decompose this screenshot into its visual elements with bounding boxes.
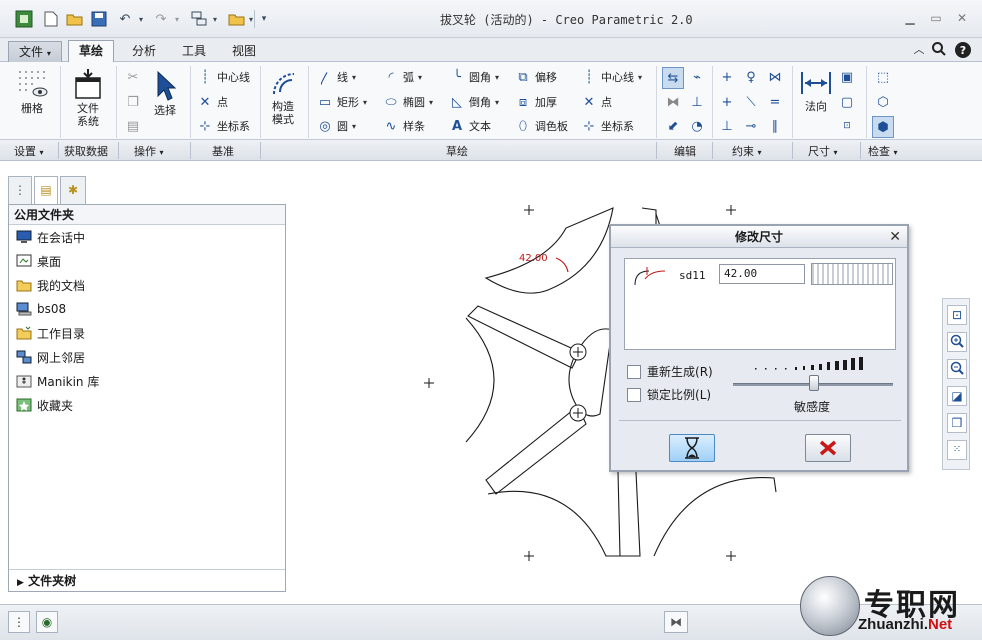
sketch-line [617, 471, 641, 557]
dimension-list: sd11 42.00 [624, 258, 896, 350]
view-toolbar: ⊡ ◪ ❒ ⁙ [942, 298, 970, 470]
lock-scale-shortcut: (L) [695, 388, 712, 402]
sketch-arc [487, 490, 622, 557]
lock-scale-checkbox[interactable] [627, 388, 641, 402]
radius-dimension-text[interactable]: 42.00 [519, 253, 548, 264]
regenerate-shortcut: (R) [695, 365, 713, 379]
lock-scale-text: 锁定比例 [647, 388, 696, 402]
ok-button[interactable] [669, 434, 715, 462]
hourglass-icon [685, 437, 699, 459]
slot-centers [569, 343, 587, 422]
sensitivity-label: 敏感度 [794, 400, 831, 414]
center-point-cross [524, 205, 534, 215]
repaint-icon[interactable]: ◪ [947, 386, 967, 406]
zoom-out-icon[interactable] [947, 359, 967, 379]
dialog-title: 修改尺寸 [734, 230, 783, 244]
dimension-value-input[interactable]: 42.00 [719, 264, 805, 284]
display-style-icon[interactable]: ❒ [947, 413, 967, 433]
watermark-url: Zhuanzhi.Net [858, 616, 952, 633]
cancel-x-icon [819, 440, 837, 456]
dialog-divider [619, 420, 901, 421]
sketch-arc [484, 207, 614, 294]
arc-dimension-icon [634, 267, 666, 286]
sketch-arc [465, 317, 495, 443]
cancel-button[interactable] [805, 434, 851, 462]
center-point-cross [524, 551, 534, 561]
modify-dimensions-dialog: 修改尺寸 ✕ sd11 42.00 重新生成(R) 锁定比例(L) 敏感度 [609, 224, 909, 472]
dimension-leader [555, 257, 569, 273]
regenerate-checkbox[interactable] [627, 365, 641, 379]
toggle-browser-icon[interactable]: ◉ [36, 611, 58, 633]
dialog-title-bar: 修改尺寸 ✕ [611, 226, 907, 248]
toggle-navigator-icon[interactable]: ⋮ [8, 611, 30, 633]
dimension-name: sd11 [679, 269, 706, 282]
sketch-hub [568, 328, 613, 417]
center-point-cross [726, 551, 736, 561]
sensitivity-slider[interactable] [809, 375, 819, 391]
sketch-display-filters-icon[interactable]: ⁙ [947, 440, 967, 460]
lock-scale-label: 锁定比例(L) [647, 386, 711, 403]
watermark-url-main: Zhuanzhi. [858, 616, 928, 633]
thumbwheel-control[interactable] [811, 263, 893, 285]
center-point-cross [726, 205, 736, 215]
find-tool-icon[interactable]: ⧓ [664, 611, 688, 633]
regenerate-label: 重新生成(R) [647, 363, 713, 380]
zoom-in-icon[interactable] [947, 332, 967, 352]
center-point-cross [424, 378, 434, 388]
watermark-url-suffix: Net [928, 616, 953, 633]
refit-icon[interactable]: ⊡ [947, 305, 967, 325]
sketch-arc [653, 477, 777, 557]
regenerate-text: 重新生成 [647, 365, 696, 379]
sketch-slot [485, 405, 587, 495]
sensitivity-scale-icon [755, 357, 863, 370]
sketch-slot [467, 305, 581, 369]
close-icon[interactable]: ✕ [889, 226, 901, 248]
watermark-logo [800, 576, 860, 636]
